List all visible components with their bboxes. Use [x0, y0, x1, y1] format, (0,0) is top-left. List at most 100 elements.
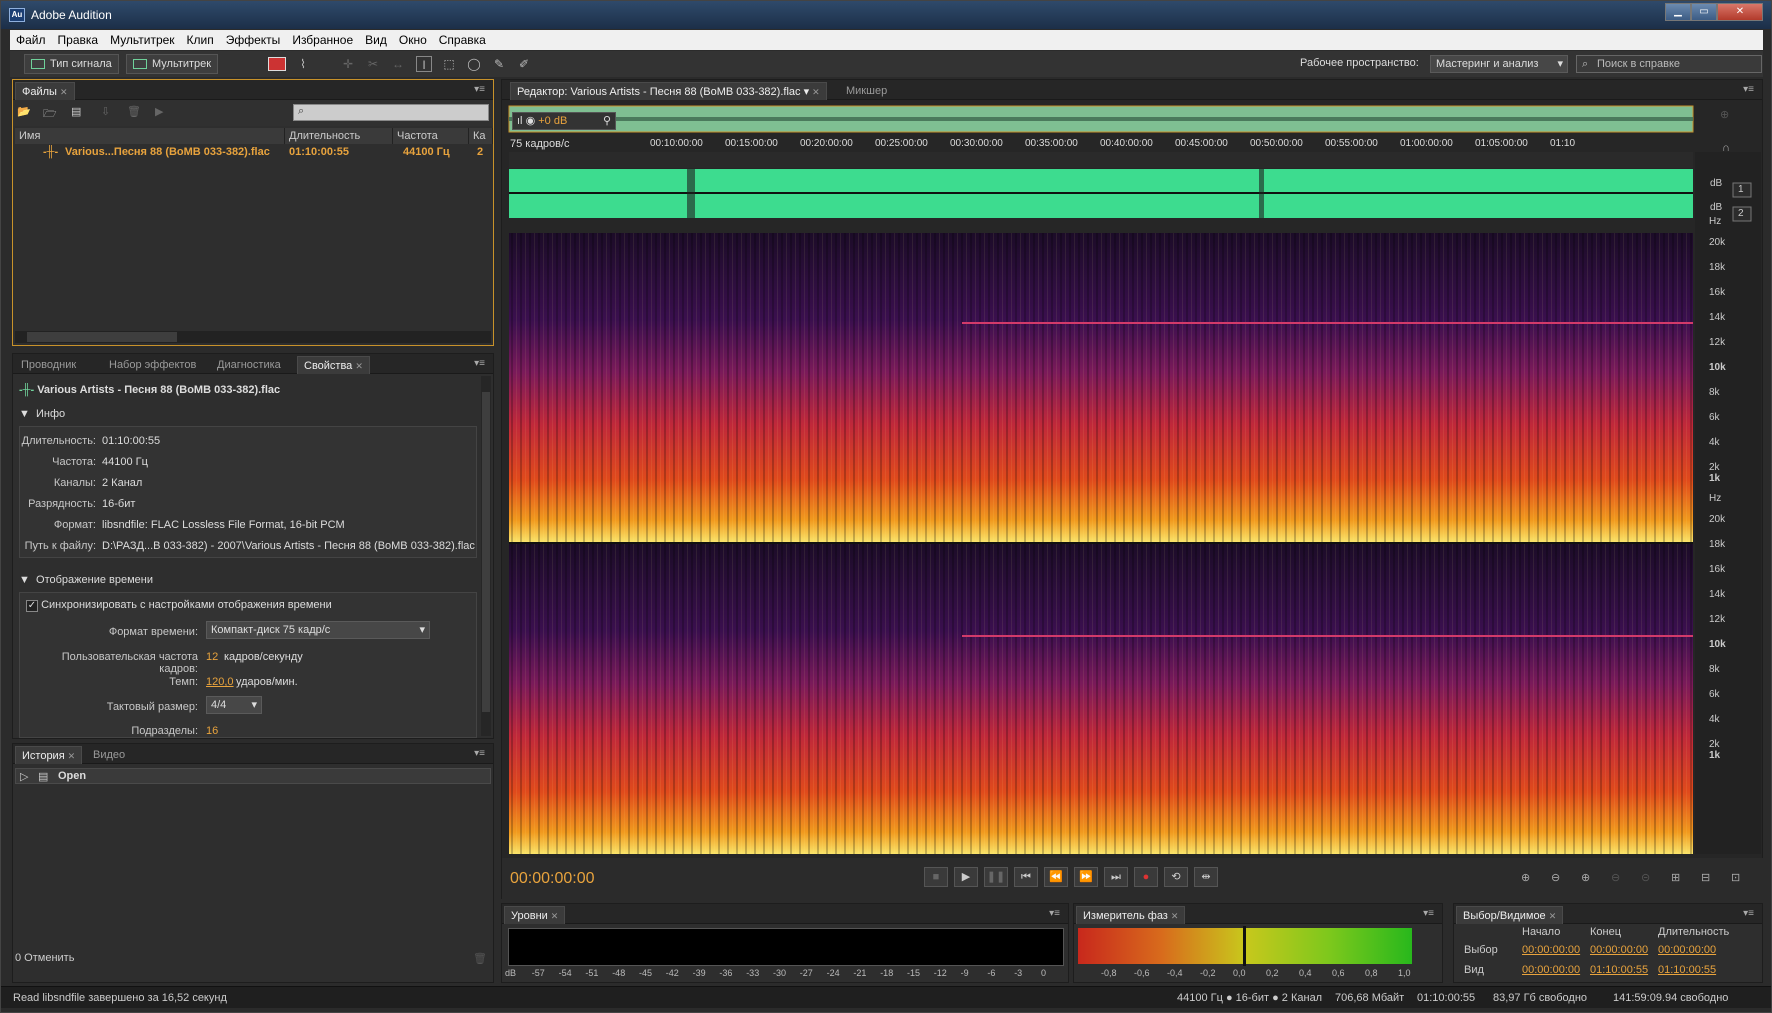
stop-button[interactable]: ■ [924, 867, 948, 887]
zoom-icon[interactable]: ⊕ [1720, 108, 1729, 121]
waveform-view-button[interactable]: Тип сигнала [24, 54, 119, 74]
pin-icon[interactable]: ⚲ [603, 113, 611, 129]
headphones-icon[interactable]: ∩ [1722, 142, 1730, 154]
sync-checkbox[interactable]: ✓ [26, 600, 38, 612]
files-hscrollbar[interactable] [15, 331, 491, 343]
close-icon[interactable]: ✕ [551, 911, 559, 921]
panel-menu-icon[interactable]: ▾≡ [474, 358, 485, 369]
menu-edit[interactable]: Правка [52, 30, 105, 47]
tab-history[interactable]: История ✕ [15, 746, 83, 764]
properties-vscrollbar[interactable] [481, 376, 491, 736]
time-display-section-header[interactable]: ▼ Отображение времени [19, 574, 153, 586]
spectral-pitch-icon[interactable]: ⌇ [295, 56, 311, 72]
play-button[interactable]: ▶ [954, 867, 978, 887]
sync-checkbox-row[interactable]: ✓ Синхронизировать с настройками отображ… [26, 599, 332, 612]
zoom-in-point-icon[interactable]: ⊞ [1671, 871, 1680, 884]
col-rate[interactable]: Частота [393, 128, 469, 144]
loop-button[interactable]: ⟲ [1164, 867, 1188, 887]
marquee-tool-icon[interactable]: ⬚ [441, 56, 457, 72]
tempo-value[interactable]: 120,0 [206, 676, 234, 688]
table-row[interactable]: -╫- Various...Песня 88 (BoMB 033-382).fl… [15, 146, 493, 162]
close-icon[interactable]: ✕ [68, 751, 76, 761]
tab-explorer[interactable]: Проводник [15, 356, 82, 374]
menu-effects[interactable]: Эффекты [220, 30, 287, 47]
menu-clip[interactable]: Клип [181, 30, 220, 47]
close-icon[interactable]: ✕ [1549, 911, 1557, 921]
selection-start[interactable]: 00:00:00:00 [1522, 944, 1580, 956]
selection-duration[interactable]: 00:00:00:00 [1658, 944, 1716, 956]
info-section-header[interactable]: ▼ Инфо [19, 408, 65, 420]
col-channels[interactable]: Ка [469, 128, 493, 144]
zoom-selection-icon[interactable]: ⊡ [1731, 871, 1740, 884]
lasso-tool-icon[interactable]: ◯ [466, 56, 482, 72]
time-selection-tool-icon[interactable]: I [416, 56, 432, 72]
pause-button[interactable]: ❚❚ [984, 867, 1008, 887]
menu-multitrack[interactable]: Мультитрек [104, 30, 180, 47]
col-duration[interactable]: Длительность [285, 128, 393, 144]
zoom-out-point-icon[interactable]: ⊟ [1701, 871, 1710, 884]
tab-levels[interactable]: Уровни ✕ [504, 906, 566, 924]
fps-value[interactable]: 12 [206, 651, 218, 663]
play-icon[interactable]: ▶ [155, 105, 163, 118]
waveform-channel-2[interactable] [509, 192, 1693, 218]
zoom-in-amplitude-icon[interactable]: ⊕ [1521, 871, 1530, 884]
files-search-input[interactable]: ⌕ [293, 104, 489, 121]
rewind-button[interactable]: ⏪ [1044, 867, 1068, 887]
minimize-button[interactable]: ▁ [1665, 3, 1691, 21]
razor-tool-icon[interactable]: ✂ [365, 56, 381, 72]
meter-select[interactable]: 4/4 ▾ [206, 696, 262, 714]
panel-menu-icon[interactable]: ▾≡ [1049, 908, 1060, 919]
close-icon[interactable]: ✕ [355, 361, 363, 371]
panel-menu-icon[interactable]: ▾≡ [474, 84, 485, 95]
col-name[interactable]: Имя [15, 128, 285, 144]
trash-icon[interactable]: 🗑 [473, 952, 487, 965]
tab-diagnostics[interactable]: Диагностика [211, 356, 287, 374]
zoom-in-time-icon[interactable]: ⊕ [1581, 871, 1590, 884]
waveform-channel-1[interactable] [509, 169, 1693, 193]
time-format-select[interactable]: Компакт-диск 75 кадр/с ▾ [206, 621, 430, 639]
open-folder-icon[interactable]: 📂 [17, 105, 31, 118]
insert-icon[interactable]: ⇩ [101, 105, 110, 118]
go-to-end-button[interactable]: ⏭ [1104, 867, 1128, 887]
scroll-thumb[interactable] [482, 392, 490, 712]
zoom-out-amplitude-icon[interactable]: ⊖ [1551, 871, 1560, 884]
menu-file[interactable]: Файл [10, 30, 52, 47]
skip-button[interactable]: ⇹ [1194, 867, 1218, 887]
help-search-input[interactable]: ⌕ Поиск в справке [1576, 55, 1762, 73]
tab-phase-meter[interactable]: Измеритель фаз ✕ [1076, 906, 1186, 924]
close-button[interactable]: ✕ [1717, 3, 1763, 21]
view-duration[interactable]: 01:10:00:55 [1658, 964, 1716, 976]
spectral-freq-icon[interactable] [268, 57, 286, 71]
subdiv-value[interactable]: 16 [206, 725, 218, 737]
new-file-icon[interactable]: ▤ [71, 105, 81, 118]
menu-window[interactable]: Окно [393, 30, 433, 47]
view-start[interactable]: 00:00:00:00 [1522, 964, 1580, 976]
zoom-out-time-icon[interactable]: ⊖ [1611, 871, 1620, 884]
delete-icon[interactable]: 🗑 [127, 105, 141, 118]
selection-end[interactable]: 00:00:00:00 [1590, 944, 1648, 956]
maximize-button[interactable]: ▭ [1691, 3, 1717, 21]
tab-properties[interactable]: Свойства ✕ [297, 356, 370, 374]
close-icon[interactable]: ✕ [60, 87, 68, 97]
import-icon[interactable]: 🗁 [43, 105, 57, 124]
brush-tool-icon[interactable]: ✎ [491, 56, 507, 72]
multitrack-view-button[interactable]: Мультитрек [126, 54, 219, 74]
scroll-thumb[interactable] [27, 332, 177, 342]
menu-view[interactable]: Вид [359, 30, 393, 47]
panel-menu-icon[interactable]: ▾≡ [474, 748, 485, 759]
tab-effect-rack[interactable]: Набор эффектов [103, 356, 202, 374]
panel-menu-icon[interactable]: ▾≡ [1423, 908, 1434, 919]
fast-forward-button[interactable]: ⏩ [1074, 867, 1098, 887]
zoom-full-icon[interactable]: ⊝ [1641, 871, 1650, 884]
slip-tool-icon[interactable]: ↔ [390, 56, 406, 72]
close-icon[interactable]: ✕ [1171, 911, 1179, 921]
time-ruler[interactable] [509, 152, 1693, 168]
list-item[interactable]: ▷ ▤ Open [15, 768, 491, 784]
gain-value[interactable]: +0 dB [538, 115, 567, 127]
menu-favorites[interactable]: Избранное [286, 30, 359, 47]
move-tool-icon[interactable]: ✛ [340, 56, 356, 72]
tab-files[interactable]: Файлы ✕ [15, 82, 75, 100]
healing-brush-icon[interactable]: ✐ [516, 56, 532, 72]
menu-help[interactable]: Справка [433, 30, 492, 47]
tab-selection[interactable]: Выбор/Видимое ✕ [1456, 906, 1564, 924]
